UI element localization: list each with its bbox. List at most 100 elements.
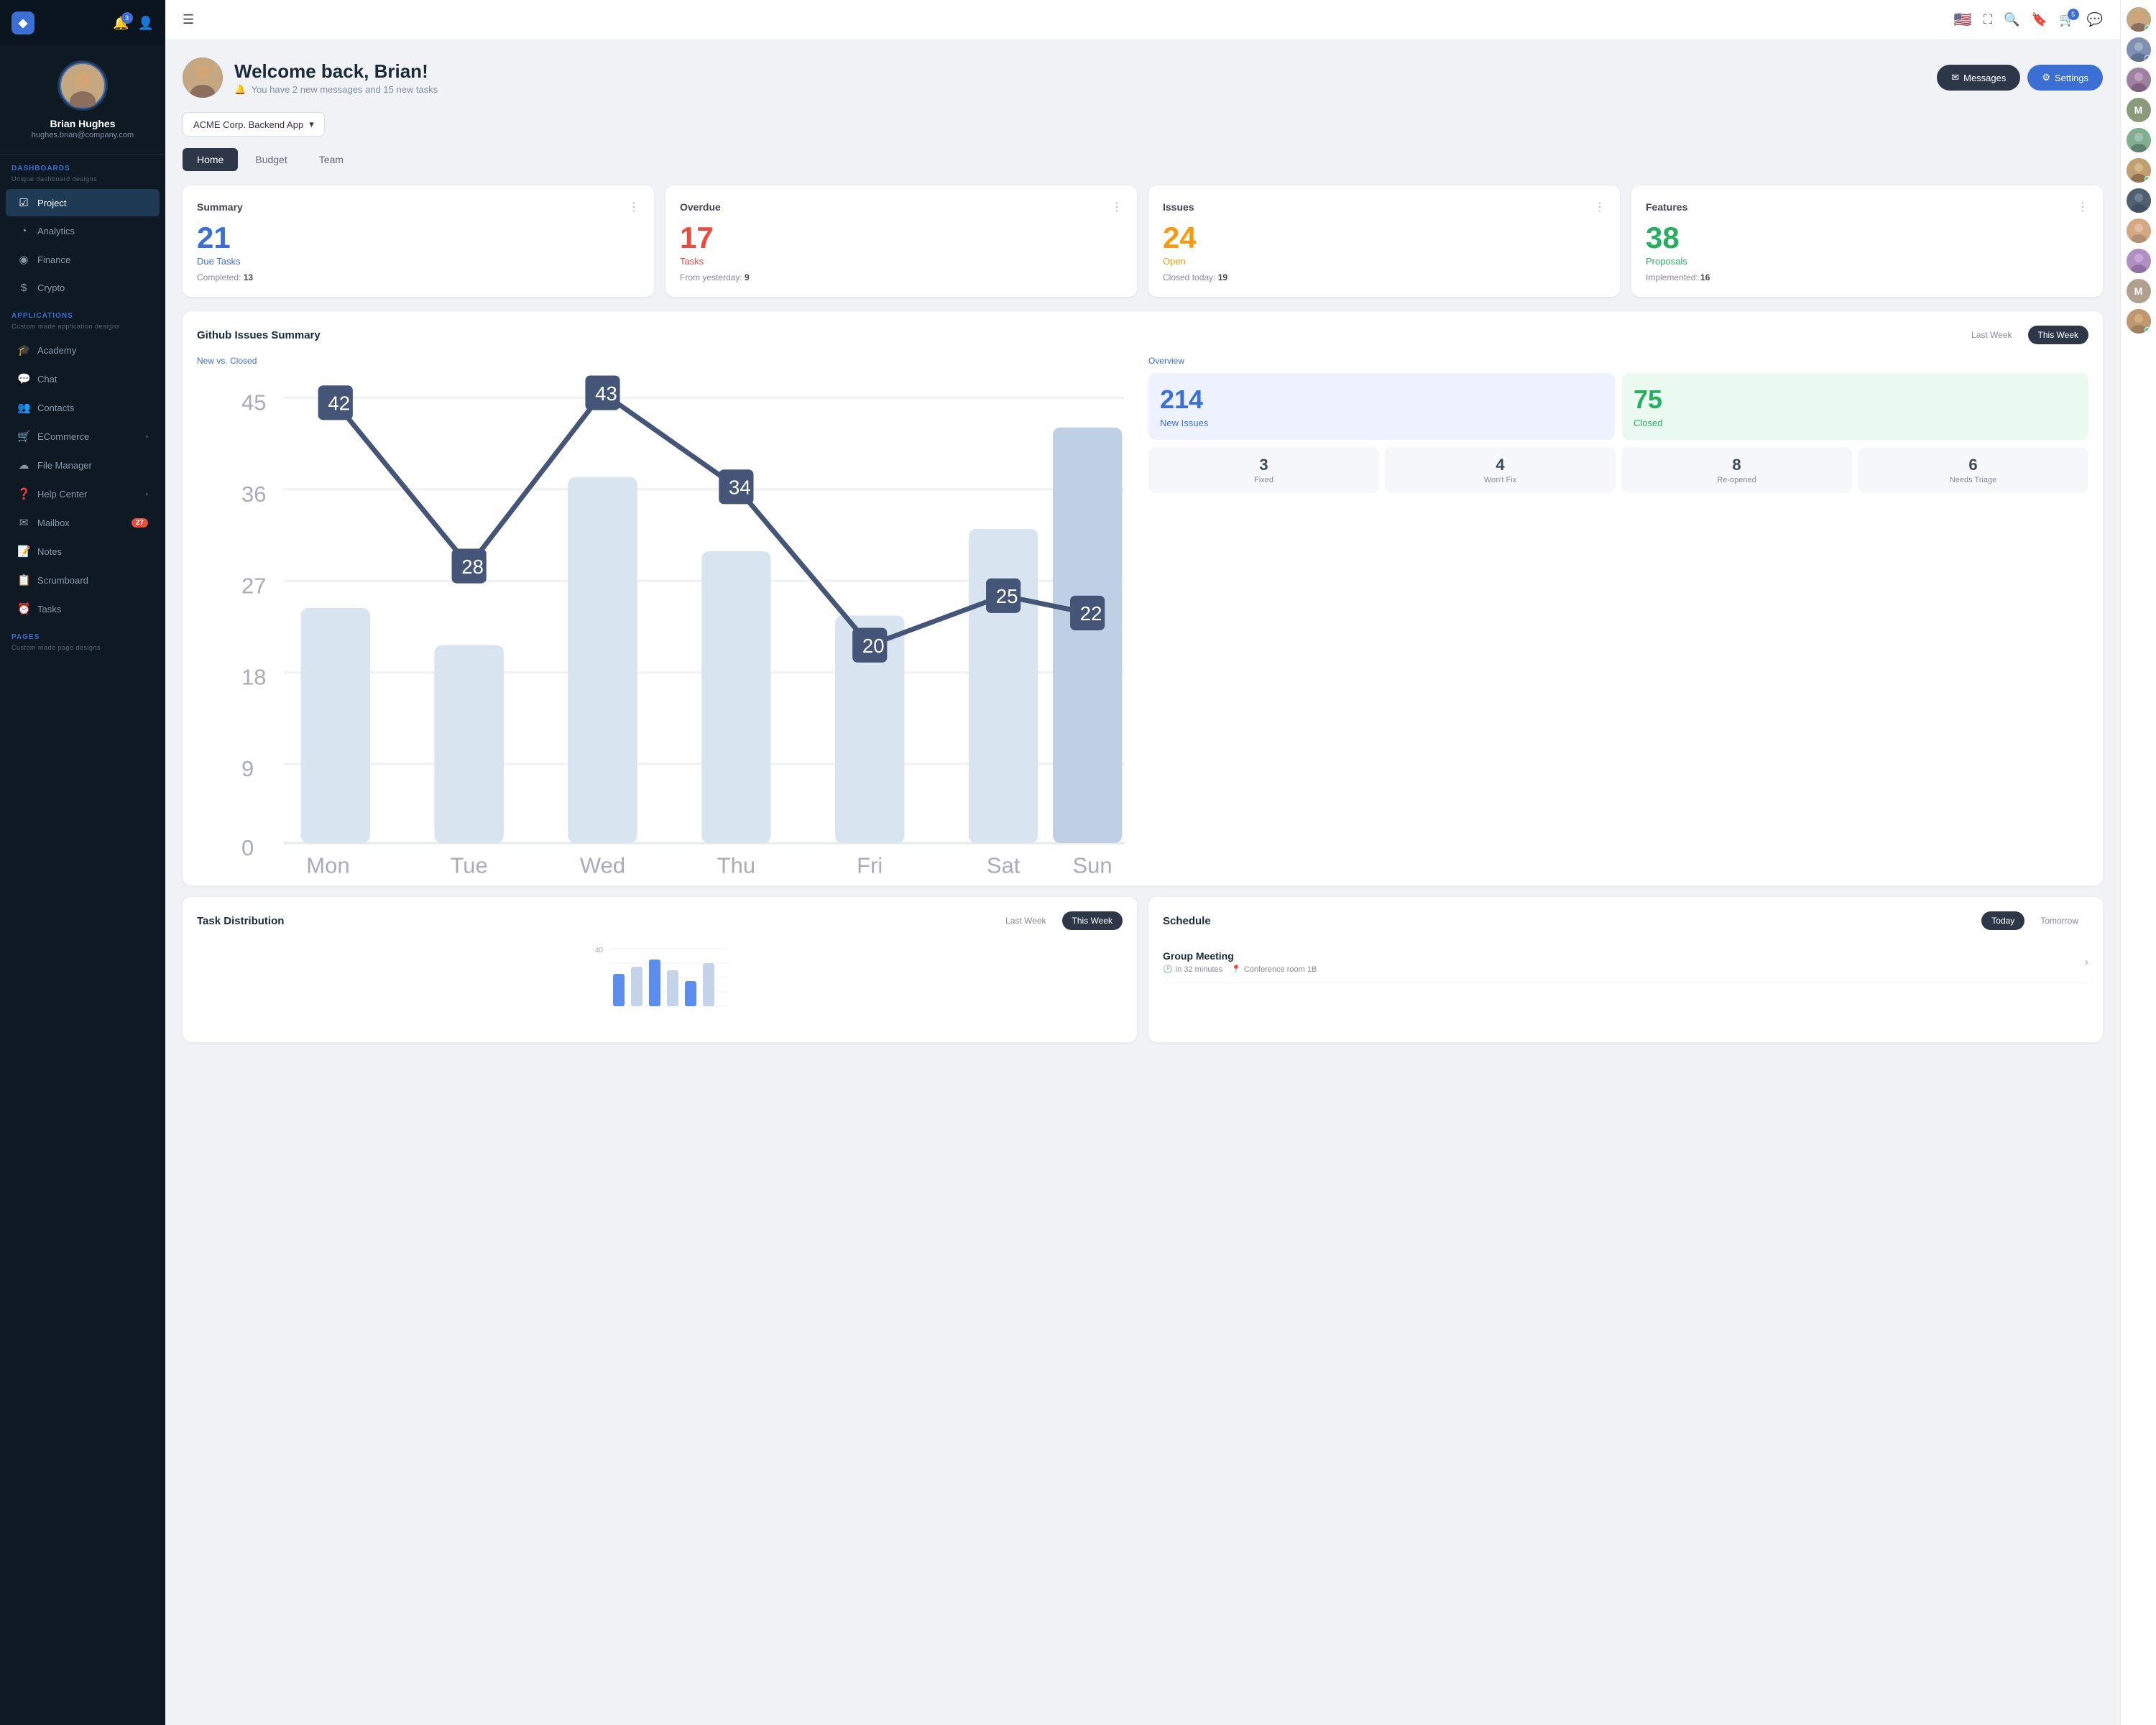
user-icon[interactable]: 👤	[138, 16, 154, 31]
reopened-stat: 8 Re-opened	[1621, 447, 1852, 493]
reopened-label: Re-opened	[1627, 476, 1846, 484]
card-menu-button[interactable]: ⋮	[2077, 200, 2088, 214]
sidebar-item-chat[interactable]: 💬 Chat	[6, 365, 160, 392]
sidebar-item-mailbox[interactable]: ✉ Mailbox 27	[6, 509, 160, 536]
card-menu-button[interactable]: ⋮	[1594, 200, 1606, 214]
github-title: Github Issues Summary	[197, 329, 321, 341]
svg-text:27: 27	[241, 573, 266, 598]
last-week-button[interactable]: Last Week	[1961, 326, 2022, 344]
svg-text:42: 42	[328, 392, 350, 415]
tasks-icon: ⏰	[17, 602, 30, 615]
summary-card: Summary ⋮ 21 Due Tasks Completed: 13	[183, 185, 654, 297]
scrumboard-icon: 📋	[17, 574, 30, 586]
fixed-stat: 3 Fixed	[1148, 447, 1379, 493]
task-this-week-button[interactable]: This Week	[1062, 911, 1123, 930]
today-button[interactable]: Today	[1981, 911, 2024, 930]
app-logo[interactable]: ◆	[11, 12, 34, 34]
sidebar-item-contacts[interactable]: 👥 Contacts	[6, 394, 160, 421]
svg-text:22: 22	[1080, 602, 1102, 625]
sidebar-item-crypto[interactable]: $ Crypto	[6, 275, 160, 301]
task-dist-title: Task Distribution	[197, 915, 284, 927]
messages-button[interactable]: ✉ Messages	[1937, 65, 2020, 91]
chart-label: New vs. Closed	[197, 356, 1137, 366]
sidebar-item-label: Scrumboard	[37, 575, 88, 586]
right-avatar-m1[interactable]: M	[2127, 98, 2151, 122]
sidebar-item-scrumboard[interactable]: 📋 Scrumboard	[6, 566, 160, 594]
mailbox-badge: 27	[132, 518, 148, 528]
right-avatar-7[interactable]	[2127, 188, 2151, 213]
svg-text:18: 18	[241, 665, 266, 690]
svg-text:Wed: Wed	[580, 852, 625, 878]
notifications-button[interactable]: 🔔 3	[113, 16, 129, 31]
github-stats-side: Overview 214 New Issues 75 Closed	[1148, 356, 2088, 871]
card-menu-button[interactable]: ⋮	[628, 200, 640, 214]
chevron-right-icon: ›	[146, 490, 148, 498]
svg-text:34: 34	[729, 477, 751, 499]
right-avatar-6[interactable]	[2127, 158, 2151, 183]
tab-home[interactable]: Home	[183, 148, 238, 171]
schedule-arrow-button[interactable]: ›	[2085, 956, 2088, 969]
sidebar-item-tasks[interactable]: ⏰ Tasks	[6, 595, 160, 622]
topnav: ☰ 🇺🇸 ⛶ 🔍 🔖 🛒 5 💬	[165, 0, 2120, 40]
search-button[interactable]: 🔍	[2004, 12, 2019, 27]
online-dot	[2145, 25, 2150, 31]
sidebar-item-label: ECommerce	[37, 431, 89, 442]
pages-sub: Custom made page designs	[0, 644, 165, 657]
settings-icon: ⚙	[2042, 72, 2050, 83]
tab-team[interactable]: Team	[305, 148, 358, 171]
right-avatar-2[interactable]	[2127, 37, 2151, 62]
sidebar-item-project[interactable]: ☑ Project	[6, 189, 160, 216]
welcome-sub: 🔔 You have 2 new messages and 15 new tas…	[234, 84, 438, 96]
online-dot	[2145, 176, 2150, 182]
settings-button[interactable]: ⚙ Settings	[2027, 65, 2103, 91]
github-chart: 45 36 27 18 9 0	[197, 373, 1137, 868]
cart-button[interactable]: 🛒 5	[2059, 12, 2075, 27]
this-week-button[interactable]: This Week	[2028, 326, 2088, 344]
tab-budget[interactable]: Budget	[241, 148, 301, 171]
right-avatar-8[interactable]	[2127, 218, 2151, 243]
language-flag[interactable]: 🇺🇸	[1954, 11, 1972, 29]
card-title: Issues	[1163, 201, 1194, 213]
finance-icon: ◉	[17, 253, 30, 266]
schedule-location: 📍 Conference room 1B	[1231, 965, 1317, 974]
card-menu-button[interactable]: ⋮	[1111, 200, 1123, 214]
features-number: 38	[1646, 223, 2088, 253]
cart-badge: 5	[2068, 9, 2079, 20]
sidebar-item-helpcenter[interactable]: ❓ Help Center ›	[6, 480, 160, 507]
triage-number: 6	[1864, 456, 2083, 474]
features-label: Proposals	[1646, 256, 2088, 267]
right-avatar-3[interactable]	[2127, 68, 2151, 92]
chevron-down-icon: ▾	[309, 119, 314, 130]
right-avatar-m2[interactable]: M	[2127, 279, 2151, 303]
overdue-card: Overdue ⋮ 17 Tasks From yesterday: 9	[665, 185, 1137, 297]
fullscreen-button[interactable]: ⛶	[1984, 12, 1993, 27]
mailbox-icon: ✉	[17, 516, 30, 529]
right-avatar-5[interactable]	[2127, 128, 2151, 152]
sidebar-item-finance[interactable]: ◉ Finance	[6, 246, 160, 273]
new-issues-label: New Issues	[1160, 418, 1208, 428]
card-title: Summary	[197, 201, 243, 213]
app-dropdown[interactable]: ACME Corp. Backend App ▾	[183, 112, 325, 137]
user-email: hughes.brian@company.com	[32, 131, 134, 139]
sidebar-item-label: File Manager	[37, 460, 92, 471]
sidebar-item-ecommerce[interactable]: 🛒 ECommerce ›	[6, 423, 160, 450]
right-avatar-11[interactable]	[2127, 309, 2151, 334]
online-dot	[2145, 327, 2150, 333]
sidebar-item-filemanager[interactable]: ☁ File Manager	[6, 451, 160, 479]
message-button[interactable]: 💬	[2087, 12, 2103, 27]
sidebar-item-label: Help Center	[37, 489, 87, 500]
issues-label: Open	[1163, 256, 1606, 267]
sidebar-item-academy[interactable]: 🎓 Academy	[6, 336, 160, 364]
bookmark-button[interactable]: 🔖	[2032, 12, 2047, 27]
menu-button[interactable]: ☰	[183, 12, 194, 27]
schedule-time: 🕐 in 32 minutes	[1163, 965, 1222, 974]
task-last-week-button[interactable]: Last Week	[995, 911, 1056, 930]
triage-label: Needs Triage	[1864, 476, 2083, 484]
sidebar-item-analytics[interactable]: ◔ Analytics	[6, 218, 160, 244]
sidebar-item-label: Notes	[37, 546, 62, 557]
right-avatar-1[interactable]	[2127, 7, 2151, 32]
svg-text:0: 0	[241, 835, 254, 860]
right-avatar-9[interactable]	[2127, 249, 2151, 273]
tomorrow-button[interactable]: Tomorrow	[2030, 911, 2088, 930]
sidebar-item-notes[interactable]: 📝 Notes	[6, 538, 160, 565]
